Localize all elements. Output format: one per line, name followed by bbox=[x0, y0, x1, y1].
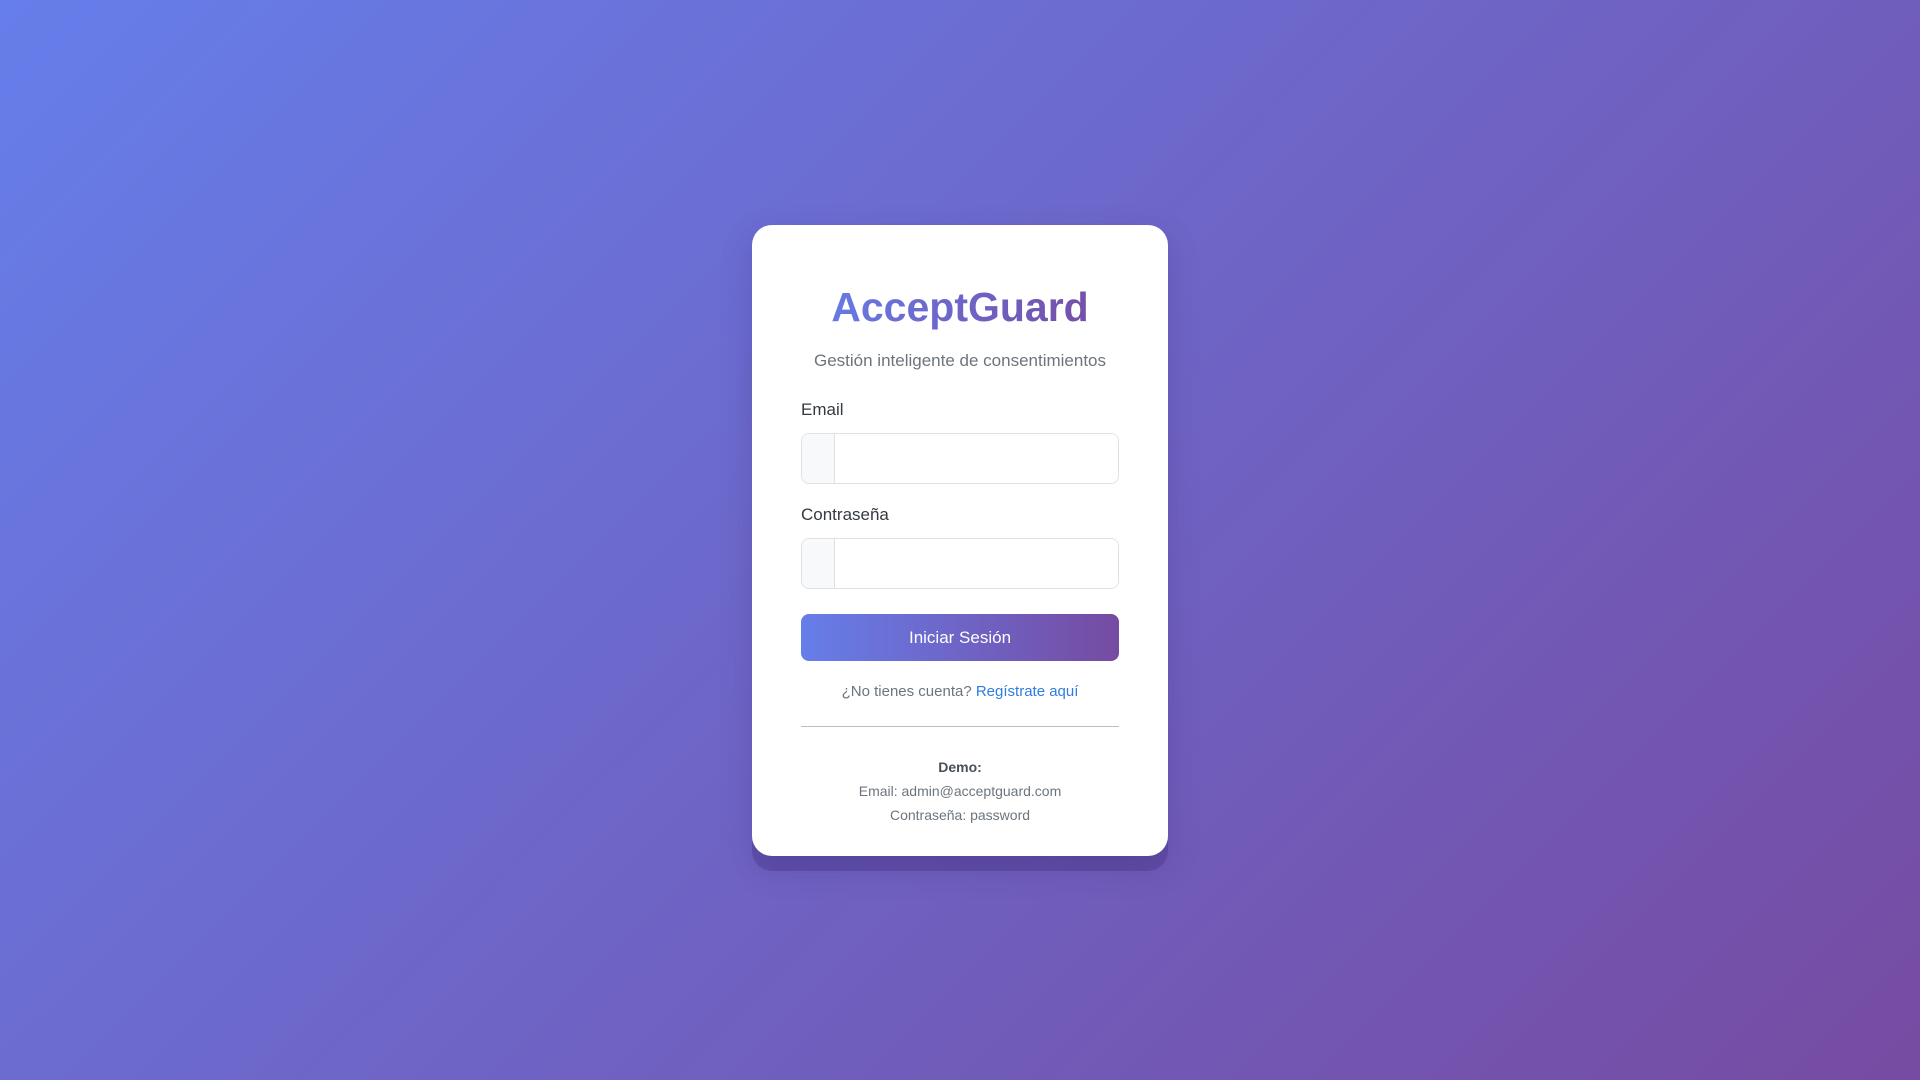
login-form: Email Contraseña Iniciar Sesión bbox=[801, 399, 1119, 661]
register-line: ¿No tienes cuenta? Regístrate aquí bbox=[801, 682, 1119, 702]
password-input-group bbox=[801, 538, 1119, 589]
register-link[interactable]: Regístrate aquí bbox=[976, 683, 1079, 700]
email-input-group bbox=[801, 433, 1119, 484]
password-label: Contraseña bbox=[801, 505, 889, 524]
login-button[interactable]: Iniciar Sesión bbox=[801, 614, 1119, 661]
email-label: Email bbox=[801, 400, 844, 419]
brand-tagline: Gestión inteligente de consentimientos bbox=[813, 351, 1106, 370]
demo-email: Email: admin@acceptguard.com bbox=[858, 783, 1062, 799]
demo-password: Contraseña: password bbox=[889, 807, 1031, 823]
email-icon bbox=[802, 434, 835, 483]
brand-title: AcceptGuard bbox=[801, 281, 1119, 333]
demo-credentials: Demo: Email: admin@acceptguard.com Contr… bbox=[801, 755, 1119, 827]
divider bbox=[801, 726, 1119, 727]
password-input[interactable] bbox=[835, 539, 1118, 588]
login-card: AcceptGuard Gestión inteligente de conse… bbox=[752, 225, 1168, 856]
demo-title: Demo: bbox=[938, 759, 982, 775]
email-input[interactable] bbox=[835, 434, 1118, 483]
lock-icon bbox=[802, 539, 835, 588]
register-prompt: ¿No tienes cuenta? bbox=[841, 683, 972, 700]
